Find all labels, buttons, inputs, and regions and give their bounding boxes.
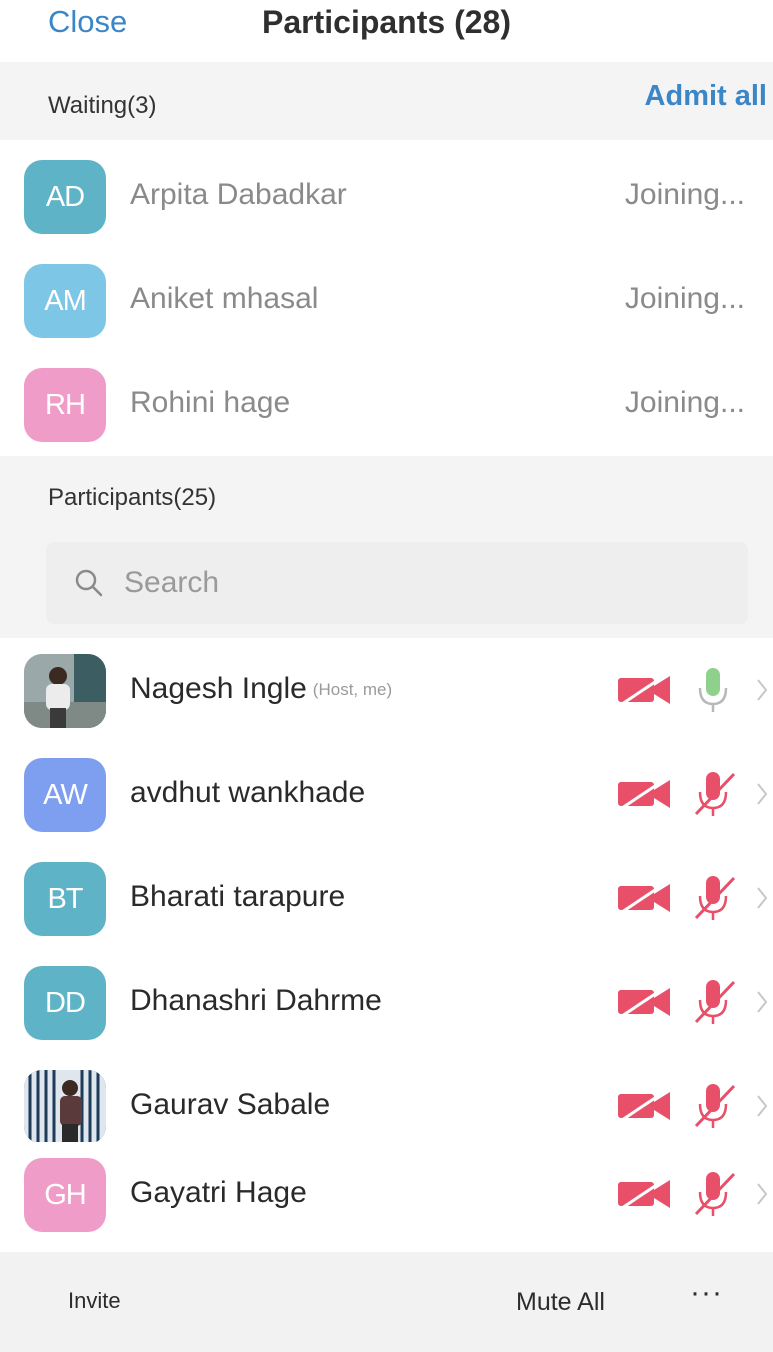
avatar: AD (24, 160, 106, 234)
avatar: DD (24, 966, 106, 1040)
participant-row[interactable]: GH Gayatri Hage (0, 1142, 773, 1246)
waiting-name: Arpita Dabadkar (130, 178, 347, 211)
participants-label: Participants(25) (48, 484, 217, 511)
video-off-icon[interactable] (614, 872, 676, 924)
participant-name: avdhut wankhade (130, 776, 366, 809)
invite-button[interactable]: Invite (68, 1288, 121, 1314)
person-photo-icon (24, 1070, 106, 1144)
mic-muted-icon[interactable] (690, 976, 738, 1028)
video-off-icon[interactable] (614, 1168, 676, 1220)
avatar: AW (24, 758, 106, 832)
more-options-button[interactable]: ··· (690, 1276, 723, 1310)
mic-on-icon[interactable] (690, 664, 738, 716)
mic-muted-icon[interactable] (690, 872, 738, 924)
chevron-right-icon[interactable] (752, 768, 772, 820)
waiting-row[interactable]: RH Rohini hage Joining... (0, 352, 773, 456)
video-off-icon[interactable] (614, 664, 676, 716)
avatar: BT (24, 862, 106, 936)
admit-all-button[interactable]: Admit all (645, 80, 767, 113)
video-off-icon[interactable] (614, 768, 676, 820)
joining-status: Joining... (624, 386, 745, 419)
chevron-right-icon[interactable] (752, 872, 772, 924)
search-icon (75, 569, 103, 597)
waiting-name: Rohini hage (130, 386, 291, 419)
close-button[interactable]: Close (48, 4, 127, 40)
search-placeholder: Search (124, 566, 220, 599)
mic-muted-icon[interactable] (690, 768, 738, 820)
participant-row[interactable]: AW avdhut wankhade (0, 742, 773, 846)
avatar-photo (24, 1070, 106, 1144)
waiting-row[interactable]: AM Aniket mhasal Joining... (0, 248, 773, 352)
avatar-photo (24, 654, 106, 728)
participant-row[interactable]: BT Bharati tarapure (0, 846, 773, 950)
participant-name: Nagesh Ingle (Host, me) (130, 672, 392, 706)
avatar: AM (24, 264, 106, 338)
video-off-icon[interactable] (614, 1080, 676, 1132)
waiting-name: Aniket mhasal (130, 282, 319, 315)
mute-all-button[interactable]: Mute All (516, 1288, 605, 1317)
avatar: GH (24, 1158, 106, 1232)
chevron-right-icon[interactable] (752, 664, 772, 716)
mic-muted-icon[interactable] (690, 1168, 738, 1220)
avatar: RH (24, 368, 106, 442)
participant-name-text: Nagesh Ingle (130, 672, 307, 705)
video-off-icon[interactable] (614, 976, 676, 1028)
mic-muted-icon[interactable] (690, 1080, 738, 1132)
participants-section-header: Participants(25) (0, 456, 773, 526)
waiting-row[interactable]: AD Arpita Dabadkar Joining... (0, 144, 773, 248)
participant-name: Bharati tarapure (130, 880, 346, 913)
participant-row[interactable]: Nagesh Ingle (Host, me) (0, 638, 773, 742)
search-area: Search (0, 526, 773, 638)
participant-name: Gayatri Hage (130, 1176, 307, 1209)
waiting-section-header: Waiting(3) Admit all (0, 62, 773, 140)
bottom-toolbar: Invite Mute All ··· (0, 1252, 773, 1352)
chevron-right-icon[interactable] (752, 976, 772, 1028)
participant-row[interactable]: DD Dhanashri Dahrme (0, 950, 773, 1054)
top-bar: Close Participants (28) (0, 0, 773, 62)
chevron-right-icon[interactable] (752, 1080, 772, 1132)
person-photo-icon (24, 654, 106, 728)
participant-name: Dhanashri Dahrme (130, 984, 382, 1017)
host-role-tag: (Host, me) (312, 680, 393, 700)
waiting-label: Waiting(3) (48, 92, 157, 119)
participant-name: Gaurav Sabale (130, 1088, 331, 1121)
joining-status: Joining... (624, 282, 745, 315)
search-input[interactable]: Search (46, 542, 748, 624)
chevron-right-icon[interactable] (752, 1168, 772, 1220)
page-title: Participants (28) (262, 4, 511, 40)
joining-status: Joining... (624, 178, 745, 211)
